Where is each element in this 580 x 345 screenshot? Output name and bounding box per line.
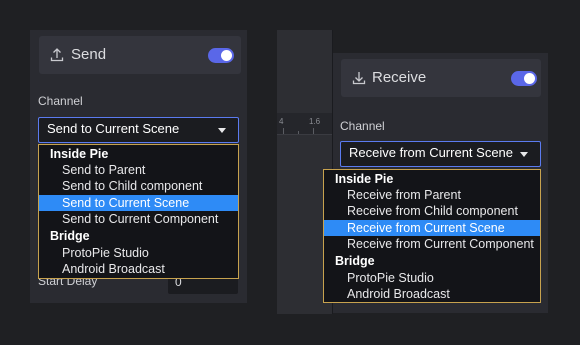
send-header: Send [39, 36, 241, 74]
menu-item-send-to-current-scene[interactable]: Send to Current Scene [39, 195, 238, 211]
menu-item-receive-from-parent[interactable]: Receive from Parent [324, 187, 540, 203]
receive-header: Receive [341, 59, 541, 97]
menu-item-android-broadcast[interactable]: Android Broadcast [324, 286, 540, 302]
chevron-down-icon [218, 128, 226, 133]
ruler-tick-label: 1.6 [309, 117, 321, 126]
receive-channel-menu: Inside Pie Receive from Parent Receive f… [323, 169, 541, 303]
receive-toggle[interactable] [511, 71, 537, 86]
menu-item-send-to-current-component[interactable]: Send to Current Component [39, 211, 238, 227]
toggle-knob [221, 50, 232, 61]
menu-group-bridge: Bridge [335, 254, 375, 268]
send-channel-label: Channel [38, 94, 83, 108]
ruler-tick [313, 128, 314, 134]
receive-channel-label: Channel [340, 119, 385, 133]
send-selected-value: Send to Current Scene [47, 121, 180, 136]
ruler-tick [283, 128, 284, 134]
send-toggle[interactable] [208, 48, 234, 63]
toggle-knob [524, 73, 535, 84]
download-icon [351, 70, 367, 91]
menu-group-inside-pie: Inside Pie [335, 172, 394, 186]
menu-item-protopie-studio[interactable]: ProtoPie Studio [39, 245, 238, 261]
receive-channel-select[interactable]: Receive from Current Scene [340, 141, 541, 167]
menu-item-receive-from-current-scene[interactable]: Receive from Current Scene [324, 220, 540, 236]
chevron-down-icon [520, 152, 528, 157]
menu-group-bridge: Bridge [50, 229, 90, 243]
send-title: Send [71, 46, 107, 63]
upload-icon [49, 47, 65, 68]
menu-item-receive-from-current-component[interactable]: Receive from Current Component [324, 236, 540, 252]
menu-item-android-broadcast[interactable]: Android Broadcast [39, 261, 238, 277]
receive-selected-value: Receive from Current Scene [349, 145, 514, 160]
send-channel-menu: Inside Pie Send to Parent Send to Child … [38, 144, 239, 279]
ruler-tick-label: 4 [279, 117, 284, 126]
send-channel-select[interactable]: Send to Current Scene [38, 117, 239, 143]
ruler-strip: 4 1.6 [277, 113, 333, 135]
receive-title: Receive [372, 69, 427, 86]
menu-item-receive-from-child[interactable]: Receive from Child component [324, 203, 540, 219]
menu-item-protopie-studio[interactable]: ProtoPie Studio [324, 270, 540, 286]
menu-group-inside-pie: Inside Pie [50, 147, 109, 161]
menu-item-send-to-child[interactable]: Send to Child component [39, 178, 238, 194]
ruler-tick [298, 131, 299, 134]
menu-item-send-to-parent[interactable]: Send to Parent [39, 162, 238, 178]
